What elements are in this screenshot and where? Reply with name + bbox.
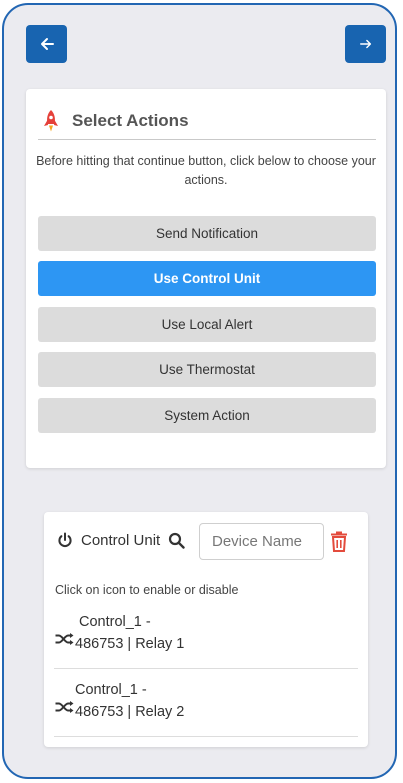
next-button[interactable] <box>345 25 386 63</box>
use-local-alert-button[interactable]: Use Local Alert <box>38 307 376 342</box>
trash-icon[interactable] <box>330 531 348 552</box>
enable-hint: Click on icon to enable or disable <box>55 583 239 597</box>
use-control-unit-button[interactable]: Use Control Unit <box>38 261 376 296</box>
power-icon <box>58 532 72 548</box>
system-action-button[interactable]: System Action <box>38 398 376 433</box>
card-header: Select Actions <box>38 103 376 140</box>
arrow-right-icon <box>359 39 371 49</box>
search-icon[interactable] <box>168 532 185 549</box>
device-name-input[interactable] <box>199 523 324 560</box>
device-relay: 486753 | Relay 2 <box>75 704 185 720</box>
device-name: Control_1 - <box>79 614 151 630</box>
send-notification-button[interactable]: Send Notification <box>38 216 376 251</box>
device-item[interactable]: Control_1 - 486753 | Relay 2 <box>54 678 358 737</box>
control-unit-card: Control Unit Click on icon to enable or … <box>44 512 368 747</box>
card-title: Select Actions <box>72 111 189 130</box>
card-description: Before hitting that continue button, cli… <box>36 154 376 187</box>
back-button[interactable] <box>26 25 67 63</box>
select-actions-card: Select Actions Before hitting that conti… <box>26 89 386 468</box>
arrow-left-icon <box>40 38 54 50</box>
use-thermostat-button[interactable]: Use Thermostat <box>38 352 376 387</box>
device-relay: 486753 | Relay 1 <box>75 636 185 652</box>
shuffle-icon[interactable] <box>55 701 74 713</box>
device-name: Control_1 - <box>75 682 147 698</box>
phone-frame: Select Actions Before hitting that conti… <box>2 3 397 779</box>
rocket-icon <box>44 110 58 132</box>
control-unit-title: Control Unit <box>81 532 161 549</box>
shuffle-icon[interactable] <box>55 633 74 645</box>
device-item[interactable]: Control_1 - 486753 | Relay 1 <box>54 610 358 669</box>
